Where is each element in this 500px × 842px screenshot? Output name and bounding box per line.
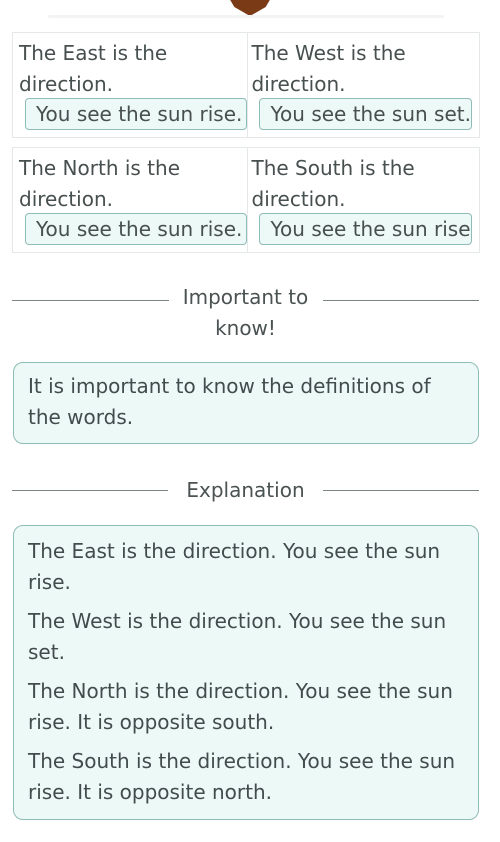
matching-cell-south: The South is the direction. You see the … [246,148,480,252]
prompt-text: The West is the direction. [251,41,406,96]
explanation-paragraph: The South is the direction. You see the … [28,749,456,804]
answer-chip[interactable]: You see the sun rise. [25,213,247,245]
matching-row: The North is the direction. You see the … [12,147,480,253]
divider-line [12,490,169,491]
explanation-heading-label: Explanation [186,478,305,502]
divider-line [322,490,480,491]
explanation-paragraph: The North is the direction. You see the … [28,679,453,734]
answer-chip[interactable]: You see the sun rise. [258,213,472,245]
matching-cell-west: The West is the direction. You see the s… [246,33,480,137]
divider-line [322,299,479,301]
prompt-text: The South is the direction. [251,156,415,211]
matching-cell-east: The East is the direction. You see the s… [13,33,247,137]
badge-icon [222,0,278,16]
important-heading: Important to know! [12,282,479,344]
explanation-paragraph: The West is the direction. You see the s… [28,609,447,664]
important-heading-label: Important to know! [182,285,309,340]
explanation-paragraph: The East is the direction. You see the s… [28,539,441,594]
explanation-heading: Explanation [12,475,480,506]
prompt-text: The East is the direction. [19,41,168,96]
explanation-box: The East is the direction. You see the s… [13,525,479,820]
important-box: It is important to know the definitions … [13,362,479,444]
answer-chip[interactable]: You see the sun set. [258,98,472,130]
prompt-text: The North is the direction. [19,156,181,211]
matching-row: The East is the direction. You see the s… [12,32,480,138]
answer-chip[interactable]: You see the sun rise. [25,98,247,130]
header-divider [48,15,444,18]
matching-cell-north: The North is the direction. You see the … [13,148,247,252]
divider-line [12,299,169,301]
